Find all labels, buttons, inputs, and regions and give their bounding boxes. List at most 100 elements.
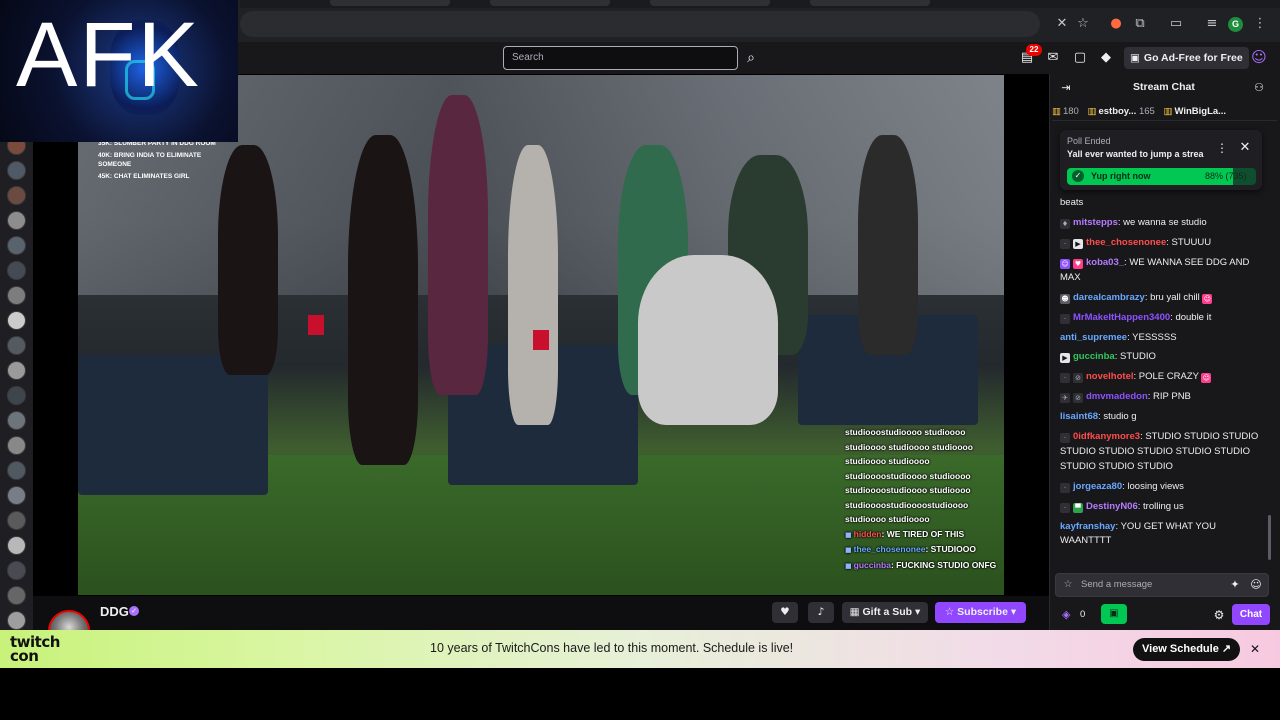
followed-channel-avatar[interactable] [7, 411, 26, 430]
banner-message: 10 years of TwitchCons have led to this … [430, 641, 794, 655]
onscreen-chat-line: studioooostudioooo studioooo [845, 485, 971, 495]
followed-channel-avatar[interactable] [7, 286, 26, 305]
followed-channel-avatar[interactable] [7, 586, 26, 605]
chat-username[interactable]: novelhotel [1086, 371, 1134, 382]
followed-channel-avatar[interactable] [7, 186, 26, 205]
chat-username[interactable]: jorgeaza80 [1073, 481, 1122, 492]
leaderboard-entry[interactable]: ▥ 180 [1052, 103, 1079, 120]
chat-username[interactable]: lisaint68 [1060, 411, 1098, 422]
go-ad-free-label: Go Ad-Free for Free [1143, 52, 1243, 64]
collapse-chat-icon[interactable]: ⇥ [1058, 80, 1074, 96]
followed-channel-avatar[interactable] [7, 311, 26, 330]
followed-channel-avatar[interactable] [7, 611, 26, 630]
chat-username[interactable]: MrMakeItHappen3400 [1073, 312, 1170, 323]
streamer-name[interactable]: DDG [100, 604, 129, 619]
poll-winner-check-icon: ✓ [1072, 170, 1084, 182]
search-input[interactable]: Search [503, 46, 738, 70]
view-schedule-button[interactable]: View Schedule ↗ [1133, 638, 1241, 661]
gift-sub-button[interactable]: ▦ Gift a Sub ▾ [842, 602, 928, 623]
onscreen-chat-username: hidden [853, 528, 882, 539]
followed-channel-avatar[interactable] [7, 386, 26, 405]
channel-points-icon[interactable]: ◈ [1062, 608, 1074, 622]
chat-message: anti_supremee: YESSSSS [1060, 331, 1177, 343]
subscribe-button[interactable]: ☆ Subscribe ▾ [935, 602, 1026, 623]
gift-box-icon: ▣ [1109, 608, 1119, 619]
chat-username[interactable]: anti_supremee [1060, 332, 1127, 343]
chat-username[interactable]: darealcambrazy [1073, 292, 1145, 303]
followed-channel-avatar[interactable] [7, 361, 26, 380]
chat-username[interactable]: DestinyN06 [1086, 501, 1138, 512]
onscreen-chat-line: studioooostudioooo studioooo [845, 470, 971, 481]
chat-badge-icon: · [1060, 238, 1070, 249]
chat-message: · ▶ thee_chosenonee: STUUUU [1060, 236, 1260, 251]
whispers-icon[interactable]: ▢ [1071, 49, 1089, 67]
followed-channel-avatar[interactable] [7, 236, 26, 255]
media-control-icon[interactable]: ▭ [1168, 16, 1184, 32]
mute-tab-icon[interactable]: ✕ [1054, 16, 1070, 32]
followed-channel-avatar[interactable] [7, 511, 26, 530]
extension-icon[interactable]: ● [1108, 16, 1124, 32]
followed-channel-avatar[interactable] [7, 211, 26, 230]
browser-profile-avatar[interactable]: G [1228, 17, 1243, 32]
sub-goal-line: 40k: bring india to eliminate someone [98, 152, 202, 168]
poll-question[interactable]: Yall ever wanted to jump a strea [1067, 149, 1207, 159]
followed-channel-avatar[interactable] [7, 536, 26, 555]
browser-tab[interactable] [810, 0, 930, 6]
extensions-puzzle-icon[interactable]: ⧉ [1132, 16, 1148, 32]
chat-badge-icon: · [1060, 373, 1070, 384]
followed-channel-avatar[interactable] [7, 461, 26, 480]
leaderboard-entry[interactable]: ▥ estboy... 165 [1087, 103, 1154, 120]
go-ad-free-button[interactable]: ▣ Go Ad-Free for Free [1124, 47, 1249, 69]
chat-username[interactable]: 0idfkanymore3 [1073, 431, 1140, 442]
poll-more-options-icon[interactable]: ⋮ [1216, 141, 1228, 155]
reading-list-icon[interactable]: ≡ [1204, 16, 1220, 32]
browser-tab[interactable] [330, 0, 450, 6]
search-button[interactable]: ⌕ [740, 46, 762, 70]
chevron-down-icon: ▾ [1010, 606, 1017, 618]
chat-username[interactable]: thee_chosenonee [1086, 237, 1166, 248]
video-scene-person [218, 145, 278, 375]
inbox-icon[interactable]: ✉ [1044, 49, 1062, 67]
followed-channel-avatar[interactable] [7, 261, 26, 280]
sparkle-icon[interactable]: ✦ [1228, 578, 1242, 592]
browser-menu-icon[interactable]: ⋮ [1252, 16, 1268, 32]
follow-button[interactable]: ♥ [772, 602, 798, 623]
chat-username[interactable]: dmvmadedon [1086, 391, 1148, 402]
chat-message: · MrMakeItHappen3400: double it [1060, 311, 1260, 326]
sub-goal-line: 45k: chat eliminates girl [98, 173, 190, 180]
followed-channel-avatar[interactable] [7, 336, 26, 355]
claim-bonus-button[interactable]: ▣ [1101, 604, 1127, 624]
browser-address-bar[interactable] [240, 11, 1040, 37]
sub-goals-overlay: 35k: slumber party in ddg room 40k: brin… [98, 139, 218, 184]
followed-channel-avatar[interactable] [7, 161, 26, 180]
banner-close-icon[interactable]: ✕ [1248, 642, 1262, 656]
followed-channel-avatar[interactable] [7, 561, 26, 580]
chat-send-button[interactable]: Chat [1232, 604, 1270, 625]
chat-username[interactable]: mitstepps [1073, 217, 1118, 228]
chat-settings-gear-icon[interactable]: ⚙ [1212, 608, 1226, 622]
bits-icon[interactable]: ◆ [1097, 49, 1115, 67]
chat-username[interactable]: kayfranshay [1060, 521, 1115, 532]
chat-message: ▶ guccinba: STUDIO [1060, 350, 1260, 365]
subscribe-label: Subscribe [957, 606, 1008, 618]
bits-cheer-icon[interactable]: ☆ [1061, 578, 1075, 592]
community-icon[interactable]: ⚇ [1251, 80, 1267, 96]
chat-scrollbar[interactable] [1268, 515, 1271, 560]
browser-tab[interactable] [490, 0, 610, 6]
chat-username[interactable]: koba03_ [1086, 257, 1124, 268]
notifications-bell-button[interactable]: ♪ [808, 602, 834, 623]
chat-username[interactable]: guccinba [1073, 351, 1115, 362]
bookmark-star-icon[interactable]: ☆ [1075, 16, 1091, 32]
poll-close-icon[interactable]: ✕ [1238, 141, 1252, 155]
emote-picker-icon[interactable]: ☺ [1249, 578, 1263, 592]
followed-channel-avatar[interactable] [7, 436, 26, 455]
chat-message-text: beats [1060, 197, 1084, 208]
leaderboard-entry[interactable]: ▥ WinBigLa... [1163, 103, 1226, 120]
browser-tab[interactable] [650, 0, 770, 6]
chat-message-text: double it [1175, 311, 1212, 323]
followed-channel-avatar[interactable] [7, 486, 26, 505]
user-avatar-icon[interactable]: ☺ [1250, 48, 1268, 66]
chat-badge-icon: · [1060, 433, 1070, 444]
onscreen-chat-username: guccinba [853, 559, 891, 570]
chevron-down-icon: ▾ [915, 606, 921, 618]
